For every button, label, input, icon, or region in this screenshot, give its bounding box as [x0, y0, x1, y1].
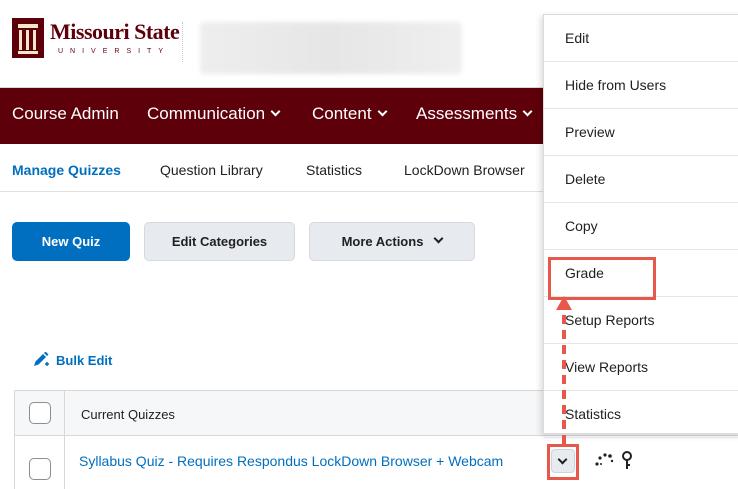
- header-divider: [182, 22, 183, 62]
- logo-subtitle: UNIVERSITY: [58, 48, 171, 55]
- course-title-blurred: [200, 22, 462, 74]
- menu-item-label: Delete: [565, 171, 606, 187]
- quiz-title-link[interactable]: Syllabus Quiz - Requires Respondus LockD…: [79, 453, 503, 469]
- pencil-icon: [34, 352, 49, 366]
- more-actions-button[interactable]: More Actions: [309, 222, 475, 261]
- new-quiz-button[interactable]: New Quiz: [12, 222, 130, 261]
- nav-item-label: Communication: [147, 104, 266, 123]
- row-checkbox[interactable]: [29, 458, 51, 480]
- nav-item-label: Assessments: [416, 104, 518, 123]
- chevron-down-icon: [377, 106, 387, 117]
- menu-item-statistics[interactable]: Statistics: [544, 391, 738, 438]
- new-quiz-label: New Quiz: [41, 234, 101, 249]
- tab-statistics[interactable]: Statistics: [306, 162, 362, 178]
- select-all-checkbox[interactable]: [29, 402, 51, 424]
- nav-assessments[interactable]: Assessments: [416, 104, 533, 124]
- nav-content[interactable]: Content: [312, 104, 387, 124]
- bulk-edit-label: Bulk Edit: [56, 352, 113, 368]
- menu-item-label: View Reports: [565, 359, 649, 375]
- edit-categories-button[interactable]: Edit Categories: [144, 222, 295, 261]
- edit-categories-label: Edit Categories: [171, 234, 268, 249]
- building-icon: [12, 18, 44, 58]
- menu-item-view-reports[interactable]: View Reports: [544, 344, 738, 391]
- nav-course-admin[interactable]: Course Admin: [12, 104, 119, 124]
- menu-item-label: Edit: [565, 30, 590, 46]
- tab-manage-quizzes[interactable]: Manage Quizzes: [12, 162, 121, 178]
- bulk-edit-link[interactable]: Bulk Edit: [32, 352, 112, 368]
- chevron-down-icon: [522, 106, 533, 117]
- chevron-down-icon: [270, 106, 281, 117]
- table-row: Syllabus Quiz - Requires Respondus LockD…: [14, 436, 738, 489]
- actions-highlight-box: [547, 444, 579, 480]
- tab-lockdown-browser[interactable]: LockDown Browser: [404, 162, 525, 178]
- menu-item-label: Statistics: [565, 406, 622, 422]
- tab-question-library[interactable]: Question Library: [160, 162, 263, 178]
- loading-dots-icon: [595, 453, 614, 466]
- more-actions-label: More Actions: [341, 234, 424, 249]
- nav-item-label: Course Admin: [12, 104, 119, 123]
- menu-item-setup-reports[interactable]: Setup Reports: [544, 297, 738, 344]
- menu-item-delete[interactable]: Delete: [544, 156, 738, 203]
- menu-item-copy[interactable]: Copy: [544, 203, 738, 250]
- nav-communication[interactable]: Communication: [147, 104, 281, 124]
- logo-name: Missouri State: [50, 19, 180, 44]
- menu-item-label: Preview: [565, 124, 615, 140]
- menu-item-preview[interactable]: Preview: [544, 109, 738, 156]
- key-icon: [622, 451, 632, 469]
- menu-item-label: Copy: [565, 218, 598, 234]
- menu-item-edit[interactable]: Edit: [544, 15, 738, 62]
- missouri-state-logo[interactable]: Missouri State UNIVERSITY: [12, 18, 180, 64]
- grade-highlight-box: [548, 257, 656, 300]
- annotation-arrow: [556, 296, 572, 444]
- menu-item-label: Setup Reports: [565, 312, 655, 328]
- chevron-down-icon: [433, 233, 444, 244]
- nav-item-label: Content: [312, 104, 372, 123]
- menu-item-hide-from-users[interactable]: Hide from Users: [544, 62, 738, 109]
- menu-item-label: Hide from Users: [565, 77, 667, 93]
- quiz-context-menu: Edit Hide from Users Preview Delete Copy…: [543, 14, 738, 438]
- column-header-current-quizzes: Current Quizzes: [81, 407, 175, 422]
